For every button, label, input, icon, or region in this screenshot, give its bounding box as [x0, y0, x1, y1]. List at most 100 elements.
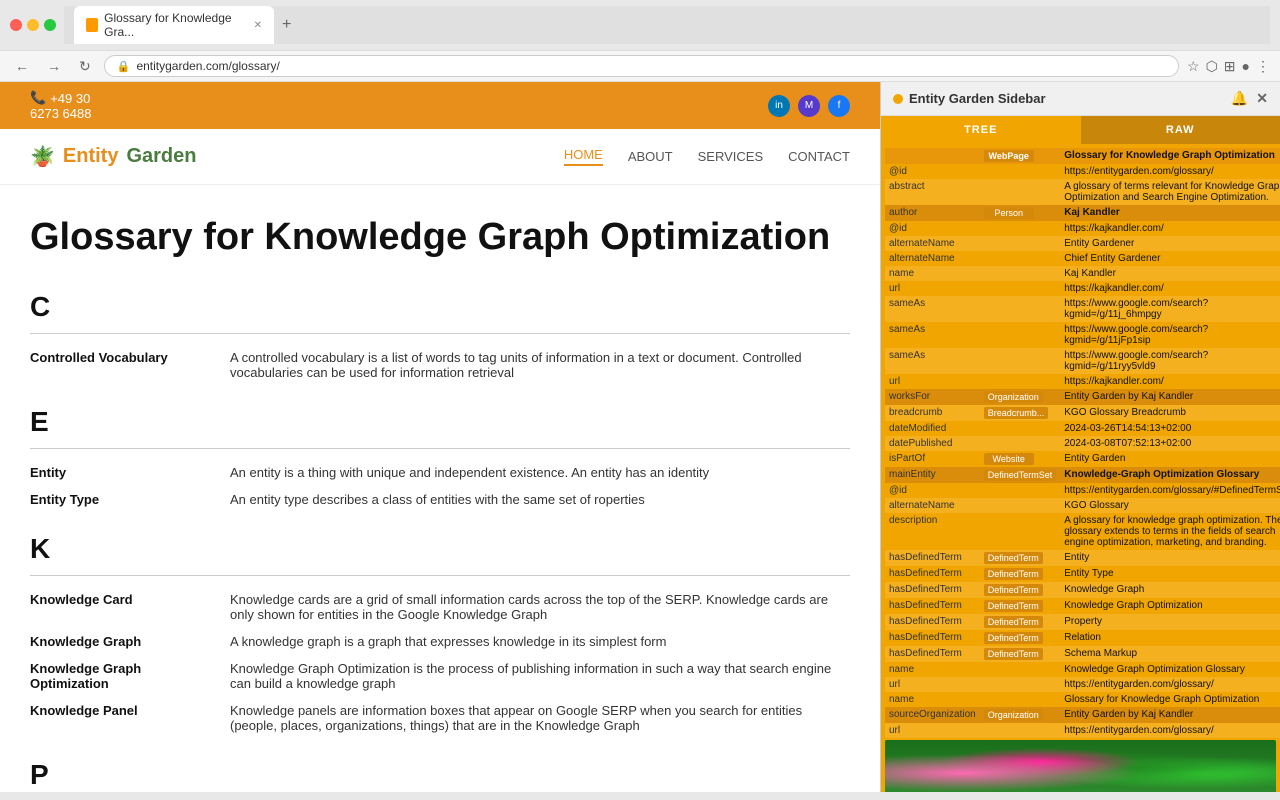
- letter-k: K: [30, 533, 850, 565]
- table-row: url https://kajkandler.com/: [885, 374, 1280, 389]
- sd-type-badge: DefinedTerm: [984, 616, 1043, 628]
- sidebar-title: Entity Garden Sidebar: [909, 91, 1046, 106]
- sd-val: https://kajkandler.com/: [1060, 221, 1280, 236]
- sd-val: Entity Garden by Kaj Kandler: [1060, 707, 1280, 723]
- table-row: @id https://kajkandler.com/: [885, 221, 1280, 236]
- extensions-icon[interactable]: ⬡: [1206, 58, 1218, 75]
- sd-val: 2024-03-26T14:54:13+02:00: [1060, 421, 1280, 436]
- nav-home[interactable]: HOME: [564, 147, 603, 166]
- table-row: WebPage Glossary for Knowledge Graph Opt…: [885, 148, 1280, 164]
- minimize-button[interactable]: [27, 19, 39, 31]
- sd-type-badge: Organization: [984, 391, 1043, 403]
- table-row: url https://kajkandler.com/: [885, 281, 1280, 296]
- sidebar-status-dot: [893, 94, 903, 104]
- sd-val: Chief Entity Gardener: [1060, 251, 1280, 266]
- social-icons: in M f: [768, 95, 850, 117]
- sd-type-cell: Website: [980, 451, 1061, 467]
- sd-val: https://entitygarden.com/glossary/: [1060, 723, 1280, 738]
- star-icon[interactable]: ☆: [1187, 58, 1200, 75]
- back-button[interactable]: ←: [10, 56, 34, 76]
- sd-key: @id: [885, 164, 980, 179]
- sd-type-cell: DefinedTerm: [980, 614, 1061, 630]
- tab-tree[interactable]: TREE: [881, 116, 1081, 144]
- sd-empty: [980, 374, 1061, 389]
- active-tab[interactable]: Glossary for Knowledge Gra... ✕: [74, 6, 274, 44]
- sd-val: Relation: [1060, 630, 1280, 646]
- entry-knowledge-panel: Knowledge Panel Knowledge panels are inf…: [30, 697, 850, 739]
- close-button[interactable]: [10, 19, 22, 31]
- sd-key: breadcrumb: [885, 405, 980, 421]
- sd-val: https://www.google.com/search?kgmid=/g/1…: [1060, 348, 1280, 374]
- sidebar-controls: 🔔 ✕: [1231, 90, 1268, 107]
- sd-empty: [980, 322, 1061, 348]
- table-row: isPartOf Website Entity Garden: [885, 451, 1280, 467]
- linkedin-icon[interactable]: in: [768, 95, 790, 117]
- table-row: description A glossary for knowledge gra…: [885, 513, 1280, 550]
- sd-val: Entity Garden by Kaj Kandler: [1060, 389, 1280, 405]
- traffic-lights: [10, 19, 56, 31]
- sd-val: 2024-03-08T07:52:13+02:00: [1060, 436, 1280, 451]
- sidebar-content[interactable]: WebPage Glossary for Knowledge Graph Opt…: [881, 144, 1280, 792]
- sd-key: url: [885, 281, 980, 296]
- sd-empty: [980, 677, 1061, 692]
- sd-key: datePublished: [885, 436, 980, 451]
- phone-number-2: 6273 6488: [30, 106, 91, 121]
- sd-empty: [980, 266, 1061, 281]
- sd-empty: [980, 483, 1061, 498]
- sd-key: abstract: [885, 179, 980, 205]
- sidebar-image: [885, 740, 1276, 792]
- nav-services[interactable]: SERVICES: [698, 149, 764, 164]
- sd-empty: [980, 723, 1061, 738]
- reload-button[interactable]: ↻: [74, 56, 96, 77]
- phone-icon: 📞: [30, 90, 46, 106]
- table-row: sameAs https://www.google.com/search?kgm…: [885, 348, 1280, 374]
- sd-type-cell: Organization: [980, 707, 1061, 723]
- tab-close-button[interactable]: ✕: [254, 20, 262, 31]
- sidebar-close-button[interactable]: ✕: [1256, 90, 1268, 107]
- sd-key: sameAs: [885, 322, 980, 348]
- term-knowledge-graph: Knowledge Graph: [30, 634, 210, 649]
- grid-icon[interactable]: ⊞: [1224, 58, 1236, 75]
- table-row: sameAs https://www.google.com/search?kgm…: [885, 296, 1280, 322]
- nav-contact[interactable]: CONTACT: [788, 149, 850, 164]
- table-row: dateModified 2024-03-26T14:54:13+02:00: [885, 421, 1280, 436]
- site-nav: 🪴 Entity Garden HOME ABOUT SERVICES CONT…: [0, 129, 880, 185]
- nav-about[interactable]: ABOUT: [628, 149, 673, 164]
- profile-icon[interactable]: ●: [1242, 58, 1250, 74]
- term-knowledge-card: Knowledge Card: [30, 592, 210, 622]
- forward-button[interactable]: →: [42, 56, 66, 76]
- sd-key: url: [885, 374, 980, 389]
- tab-raw[interactable]: RAW: [1081, 116, 1280, 144]
- maximize-button[interactable]: [44, 19, 56, 31]
- sd-key: @id: [885, 483, 980, 498]
- def-knowledge-card: Knowledge cards are a grid of small info…: [230, 592, 850, 622]
- sd-key: sourceOrganization: [885, 707, 980, 723]
- sd-val: Entity Garden: [1060, 451, 1280, 467]
- mastodon-icon[interactable]: M: [798, 95, 820, 117]
- nav-links: HOME ABOUT SERVICES CONTACT: [564, 147, 850, 166]
- sd-key: @id: [885, 221, 980, 236]
- sd-type-badge: WebPage: [984, 150, 1034, 162]
- address-bar[interactable]: 🔒 entitygarden.com/glossary/: [104, 55, 1179, 77]
- sd-type-cell: WebPage: [980, 148, 1061, 164]
- sd-val: https://entitygarden.com/glossary/#Defin…: [1060, 483, 1280, 498]
- term-entity: Entity: [30, 465, 210, 480]
- page-title: Glossary for Knowledge Graph Optimizatio…: [30, 215, 850, 261]
- new-tab-button[interactable]: +: [278, 12, 295, 38]
- sd-type-cell: Breadcrumb...: [980, 405, 1061, 421]
- sd-type-cell: DefinedTerm: [980, 550, 1061, 566]
- table-row: alternateName Entity Gardener: [885, 236, 1280, 251]
- sd-empty: [980, 251, 1061, 266]
- menu-icon[interactable]: ⋮: [1256, 58, 1270, 75]
- phone-info: 📞 +49 30 6273 6488: [30, 90, 91, 121]
- sd-val: https://entitygarden.com/glossary/: [1060, 677, 1280, 692]
- sd-empty: [980, 513, 1061, 550]
- sd-type-badge: DefinedTerm: [984, 632, 1043, 644]
- sd-key: hasDefinedTerm: [885, 614, 980, 630]
- sidebar-bell-icon[interactable]: 🔔: [1231, 90, 1248, 107]
- facebook-icon[interactable]: f: [828, 95, 850, 117]
- sd-key: sameAs: [885, 348, 980, 374]
- def-entity: An entity is a thing with unique and ind…: [230, 465, 850, 480]
- sd-key: name: [885, 662, 980, 677]
- site-main: Glossary for Knowledge Graph Optimizatio…: [0, 185, 880, 792]
